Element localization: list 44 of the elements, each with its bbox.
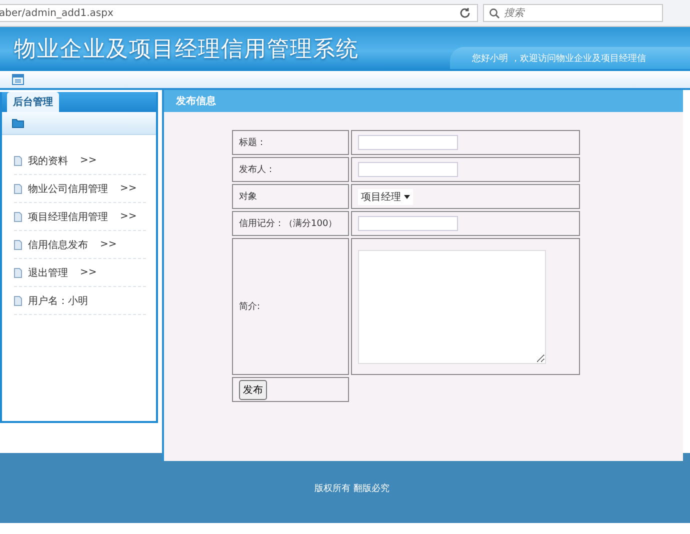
document-icon bbox=[14, 184, 22, 194]
arrow-text[interactable]: >> bbox=[80, 267, 97, 278]
field-label: 对象 bbox=[232, 184, 349, 209]
input-field[interactable] bbox=[358, 162, 458, 177]
sidebar-item-label[interactable]: 退出管理 bbox=[28, 266, 68, 280]
content-title: 发布信息 bbox=[176, 94, 216, 108]
document-icon bbox=[14, 240, 22, 250]
folder-icon bbox=[12, 118, 24, 128]
document-icon bbox=[14, 296, 22, 306]
copyright-text: 版权所有 翻版必究 bbox=[314, 482, 390, 494]
field-label: 信用记分：（满分100） bbox=[232, 211, 349, 236]
document-icon bbox=[14, 212, 22, 222]
document-icon bbox=[14, 156, 22, 166]
sidebar-item[interactable]: 退出管理 >> bbox=[14, 259, 146, 287]
caret-icon bbox=[404, 194, 410, 198]
arrow-text[interactable]: >> bbox=[120, 183, 137, 194]
sidebar-item-label[interactable]: 物业公司信用管理 bbox=[28, 182, 108, 196]
input-field[interactable] bbox=[358, 216, 458, 231]
sidebar-item[interactable]: 项目经理信用管理 >> bbox=[14, 203, 146, 231]
sidebar-item[interactable]: 信用信息发布 >> bbox=[14, 231, 146, 259]
dropdown[interactable]: 项目经理 bbox=[358, 188, 413, 204]
arrow-text[interactable]: >> bbox=[80, 155, 97, 166]
sidebar-item[interactable]: 我的资料 >> bbox=[14, 147, 146, 175]
field-label: 简介: bbox=[232, 238, 349, 375]
sidebar-tab[interactable]: 后台管理 bbox=[7, 92, 59, 112]
arrow-text[interactable]: >> bbox=[120, 211, 137, 222]
arrow-text[interactable]: >> bbox=[100, 239, 117, 250]
field-label: 标题： bbox=[232, 130, 349, 155]
document-icon bbox=[14, 268, 22, 278]
text-area[interactable] bbox=[358, 250, 546, 364]
sidebar-item[interactable]: 物业公司信用管理 >> bbox=[14, 175, 146, 203]
field-label: 发布人： bbox=[232, 157, 349, 182]
search-field[interactable]: 搜索 bbox=[483, 4, 663, 22]
input-field[interactable] bbox=[358, 135, 458, 150]
sidebar-item-label[interactable]: 项目经理信用管理 bbox=[28, 210, 108, 224]
sidebar-item-label[interactable]: 信用信息发布 bbox=[28, 238, 88, 252]
sidebar-item-label[interactable]: 我的资料 bbox=[28, 154, 68, 168]
submit-button[interactable]: 发布 bbox=[239, 380, 267, 400]
window-icon[interactable] bbox=[12, 74, 24, 85]
sidebar-item-label[interactable]: 用户名：小明 bbox=[28, 294, 88, 308]
reload-icon[interactable] bbox=[459, 7, 471, 19]
sidebar-item[interactable]: 用户名：小明 bbox=[14, 287, 146, 315]
welcome-text: 您好小明 ，欢迎访问物业企业及项目经理信 bbox=[472, 52, 646, 64]
site-title: 物业企业及项目经理信用管理系统 bbox=[14, 36, 359, 64]
